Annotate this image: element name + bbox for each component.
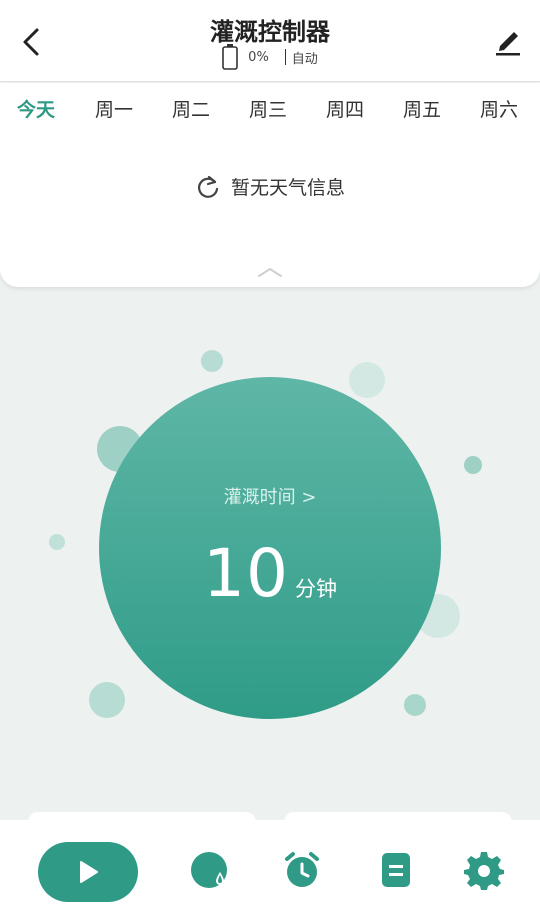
water-usage-icon[interactable] (190, 850, 230, 890)
battery-icon (222, 44, 238, 70)
page-title: 灌溉控制器 (210, 18, 330, 46)
tab-wednesday[interactable]: 周三 (249, 95, 287, 122)
edit-pencil-icon[interactable] (490, 22, 526, 58)
tab-saturday[interactable]: 周六 (480, 95, 518, 122)
app-header: 灌溉控制器 0% 自动 (0, 0, 540, 82)
log-icon[interactable] (376, 850, 416, 890)
tab-thursday[interactable]: 周四 (326, 95, 364, 122)
play-button[interactable] (38, 842, 138, 902)
irrigation-time-unit: 分钟 (294, 577, 337, 601)
tab-friday[interactable]: 周五 (403, 95, 441, 122)
battery-percent: 0% (248, 49, 269, 65)
decor-bubble (349, 362, 385, 398)
mode-label: 自动 (291, 51, 318, 67)
irrigation-time-label[interactable]: 灌溉时间 > (99, 483, 441, 509)
weather-message: 暂无天气信息 (230, 177, 345, 199)
device-status: 0% 自动 (0, 44, 540, 70)
weather-panel: 今天 周一 周二 周三 周四 周五 周六 暂无天气信息 (0, 83, 540, 287)
settings-gear-icon[interactable] (464, 850, 504, 890)
bottom-nav (0, 820, 540, 923)
play-icon (80, 861, 98, 883)
irrigation-time-dial[interactable]: 灌溉时间 > 10 分钟 (99, 377, 441, 719)
day-tabs: 今天 周一 周二 周三 周四 周五 周六 (0, 95, 540, 125)
irrigation-time: 10 分钟 (99, 535, 441, 612)
irrigation-time-value: 10 (203, 535, 289, 612)
tab-today[interactable]: 今天 (17, 95, 55, 122)
tab-tuesday[interactable]: 周二 (172, 95, 210, 122)
status-divider (284, 49, 286, 65)
decor-bubble (49, 534, 65, 550)
alarm-clock-icon[interactable] (282, 850, 322, 890)
tab-monday[interactable]: 周一 (95, 95, 133, 122)
weather-status[interactable]: 暂无天气信息 (0, 173, 540, 200)
decor-bubble (89, 682, 125, 718)
decor-bubble (201, 350, 223, 372)
refresh-icon[interactable] (195, 174, 221, 200)
decor-bubble (404, 694, 426, 716)
decor-bubble (464, 456, 482, 474)
chevron-up-icon[interactable] (257, 266, 283, 278)
